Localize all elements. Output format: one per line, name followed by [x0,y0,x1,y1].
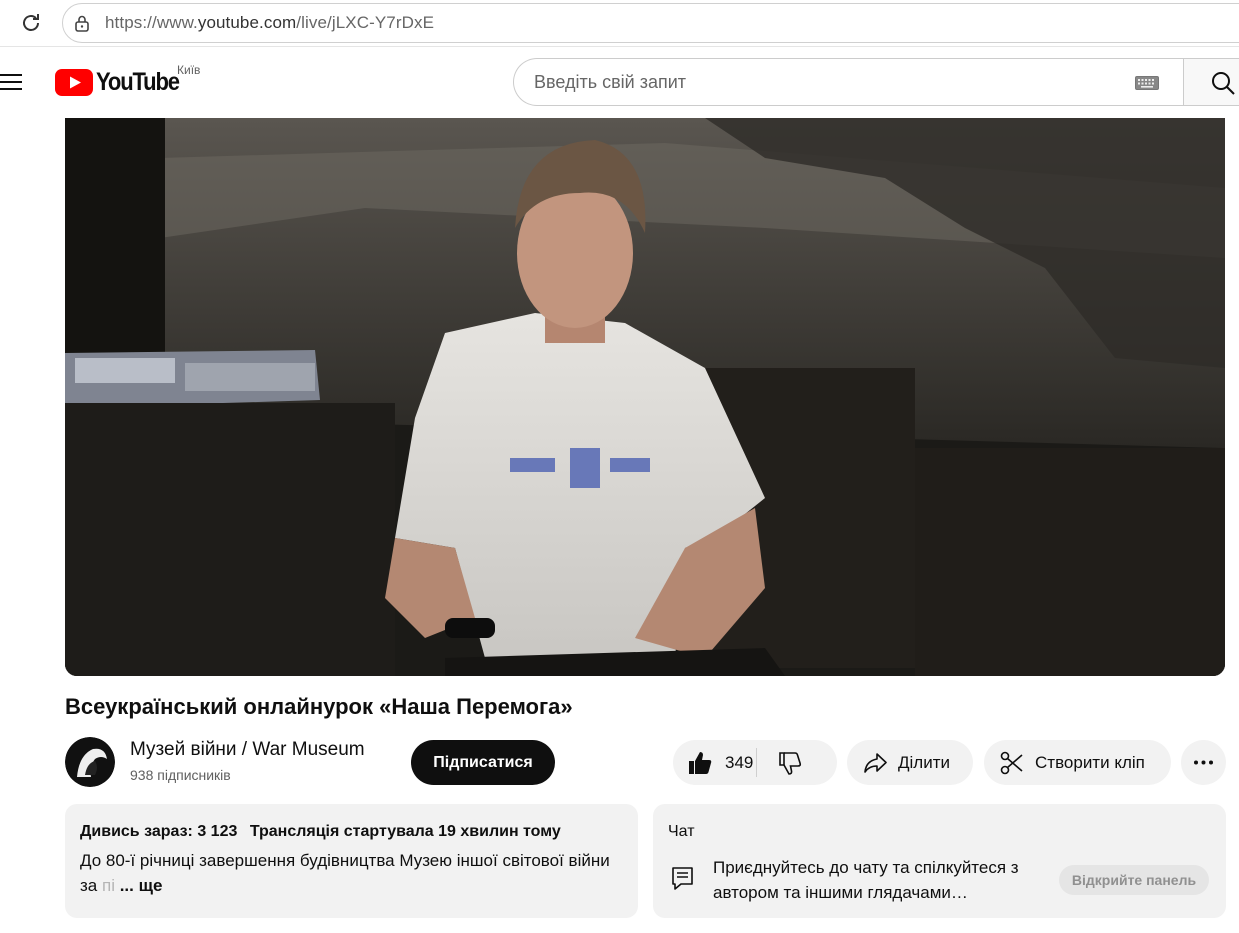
thumbs-up-icon [689,751,712,774]
like-button[interactable]: 349 [673,740,756,785]
youtube-header: YouTube Київ Введіть свій запит [0,47,1239,117]
channel-name[interactable]: Музей війни / War Museum [130,739,365,761]
share-icon [864,752,887,773]
search-icon [1212,72,1235,95]
chat-message: Приєднуйтесь до чату та спілкуйтеся з ав… [713,858,1019,902]
share-label: Ділити [898,752,950,772]
keyboard-icon[interactable] [1135,76,1159,90]
chat-panel: Чат Приєднуйтесь до чату та спілкуйтеся … [653,804,1226,918]
video-title: Всеукраїнський онлайнурок «Наша Перемога… [65,694,573,719]
chat-icon [672,867,693,890]
address-bar[interactable]: https://www.youtube.com/live/jLXC-Y7rDxE [62,3,1239,43]
stream-started: Трансляція стартувала 19 хвилин тому [249,823,561,840]
subscribe-button[interactable]: Підписатися [411,740,555,785]
thumbs-down-icon [779,751,802,775]
search-input[interactable]: Введіть свій запит [534,72,686,93]
url-path: /live/jLXC-Y7rDxE [296,13,435,32]
description-faded: пі [101,876,115,895]
create-clip-button[interactable]: Створити кліп [984,740,1171,785]
url-domain: youtube.com [197,13,297,32]
dislike-button[interactable] [757,740,823,785]
video-player[interactable] [65,118,1225,676]
show-more-link[interactable]: ... ще [120,876,163,895]
description-text: До 80-ї річниці завершення будівництва М… [80,848,620,898]
country-code: Київ [177,63,201,77]
youtube-play-icon [55,69,93,96]
subscriber-count: 938 підписників [130,767,231,783]
scissors-icon [1000,751,1023,774]
channel-avatar[interactable] [65,737,115,787]
search-button[interactable] [1183,58,1239,106]
like-count: 349 [725,752,754,772]
menu-icon[interactable] [0,73,24,91]
more-icon [1194,760,1213,765]
url-text[interactable]: https://www.youtube.com/live/jLXC-Y7rDxE [105,13,434,33]
more-actions-button[interactable] [1181,740,1226,785]
search-box[interactable]: Введіть свій запит [513,58,1183,106]
open-panel-button[interactable]: Відкрийте панель [1059,865,1209,895]
url-prefix: https://www. [105,13,198,32]
like-dislike-bar: 349 [673,740,837,785]
create-clip-label: Створити кліп [1035,752,1145,772]
description-box[interactable]: Дивись зараз: 3 123 Трансляція стартувал… [65,804,638,918]
avatar-image [65,737,115,787]
description-meta: Дивись зараз: 3 123 Трансляція стартувал… [80,823,569,841]
reload-icon[interactable] [19,11,43,35]
share-button[interactable]: Ділити [847,740,973,785]
browser-toolbar: https://www.youtube.com/live/jLXC-Y7rDxE [0,0,1239,47]
logo-text: YouTube [96,68,180,96]
video-frame [65,118,1225,676]
lock-icon[interactable] [73,14,91,32]
live-viewers: Дивись зараз: 3 123 [80,823,238,840]
chat-title: Чат [668,823,695,840]
